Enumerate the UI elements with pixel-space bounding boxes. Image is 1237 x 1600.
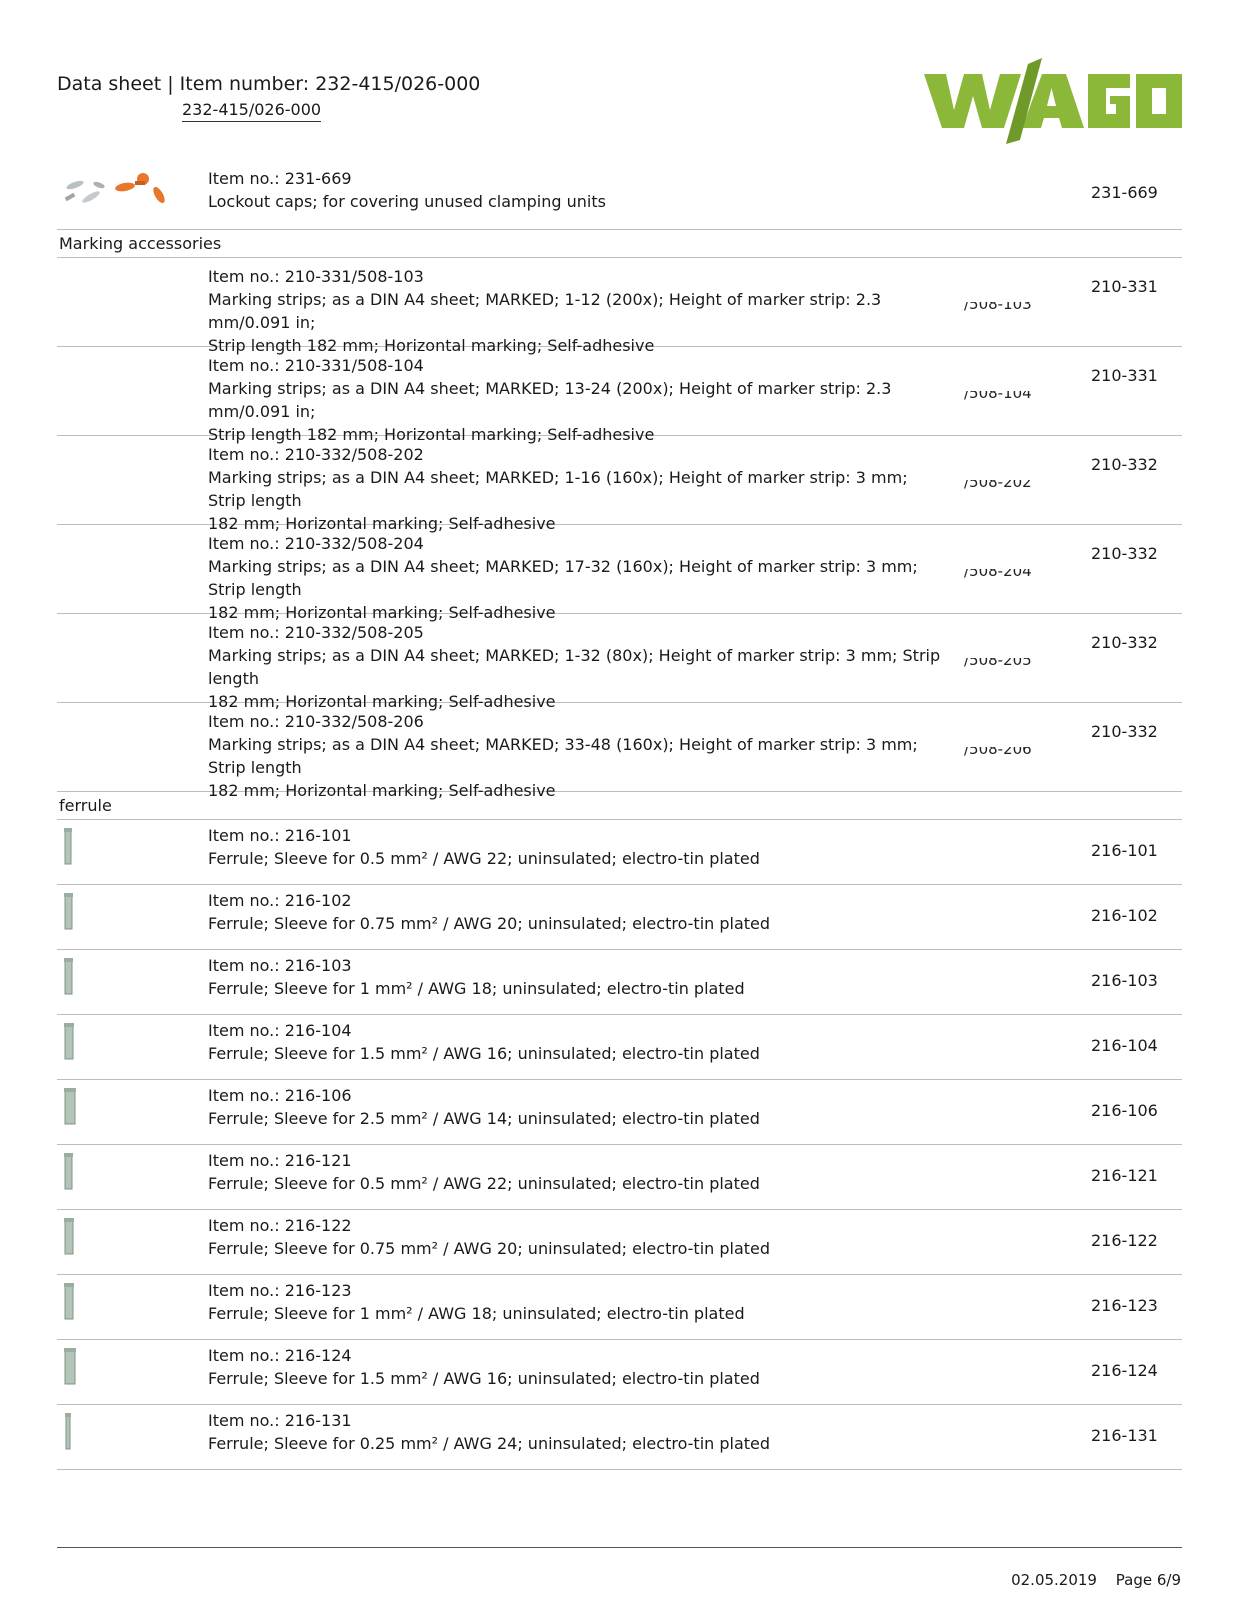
item-description: Ferrule; Sleeve for 1.5 mm² / AWG 16; un… — [208, 1369, 760, 1388]
clipped-item-suffix: /508-205 — [964, 658, 1032, 667]
item-number: Item no.: 216-102 — [208, 891, 352, 910]
item-number: Item no.: 210-332/508-202 — [208, 445, 424, 464]
ferrule-thumbnail — [64, 1218, 74, 1255]
item-description: Ferrule; Sleeve for 0.5 mm² / AWG 22; un… — [208, 849, 760, 868]
item-number: Item no.: 216-131 — [208, 1411, 352, 1430]
ferrule-thumbnail — [64, 1088, 76, 1125]
item-number: Item no.: 216-121 — [208, 1151, 352, 1170]
clipped-item-suffix: /508-206 — [964, 747, 1032, 756]
item-code: 216-104 — [1091, 1036, 1158, 1055]
item-number: Item no.: 210-332/508-205 — [208, 623, 424, 642]
item-number: Item no.: 210-331/508-104 — [208, 356, 424, 375]
item-code: 210-332 — [1091, 722, 1158, 741]
page-number: Page 6/9 — [1115, 1571, 1181, 1589]
list-item: Item no.: 216-103 Ferrule; Sleeve for 1 … — [57, 950, 1182, 1015]
item-description-line: Marking strips; as a DIN A4 sheet; MARKE… — [208, 379, 892, 421]
item-description-line: Marking strips; as a DIN A4 sheet; MARKE… — [208, 290, 882, 332]
list-item: Item no.: 231-669 Lockout caps; for cove… — [57, 163, 1182, 230]
ferrule-thumbnail — [64, 958, 73, 995]
item-description: Ferrule; Sleeve for 0.5 mm² / AWG 22; un… — [208, 1174, 760, 1193]
list-item: Item no.: 210-332/508-205 Marking strips… — [57, 614, 1182, 711]
item-code: 216-106 — [1091, 1101, 1158, 1120]
item-code: 216-131 — [1091, 1426, 1158, 1445]
item-code: 216-122 — [1091, 1231, 1158, 1250]
clipped-item-suffix: /508-103 — [964, 302, 1032, 311]
clipped-item-suffix: /508-104 — [964, 391, 1032, 400]
page-header: Data sheet | Item number: 232-415/026-00… — [57, 72, 481, 122]
footer-divider — [57, 1547, 1182, 1548]
item-code: 210-332 — [1091, 544, 1158, 563]
item-number: Item no.: 216-123 — [208, 1281, 352, 1300]
ferrule-thumbnail — [64, 1153, 73, 1190]
item-number: Item no.: 216-122 — [208, 1216, 352, 1235]
list-item: Item no.: 210-331/508-104 Marking strips… — [57, 347, 1182, 444]
item-description: Ferrule; Sleeve for 1 mm² / AWG 18; unin… — [208, 979, 745, 998]
item-code: 231-669 — [1091, 183, 1158, 202]
item-code: 216-101 — [1091, 841, 1158, 860]
ferrule-thumbnail — [64, 828, 72, 865]
list-item: Item no.: 216-131 Ferrule; Sleeve for 0.… — [57, 1405, 1182, 1470]
item-code: 216-124 — [1091, 1361, 1158, 1380]
ferrule-thumbnail — [64, 893, 73, 930]
item-description-line: Marking strips; as a DIN A4 sheet; MARKE… — [208, 468, 908, 510]
ferrule-thumbnail — [64, 1283, 74, 1320]
list-item: Item no.: 216-123 Ferrule; Sleeve for 1 … — [57, 1275, 1182, 1340]
item-description-line: Marking strips; as a DIN A4 sheet; MARKE… — [208, 735, 918, 777]
footer-date: 02.05.2019 — [1011, 1571, 1097, 1589]
item-number: Item no.: 216-101 — [208, 826, 352, 845]
item-number: Item no.: 216-103 — [208, 956, 352, 975]
list-item: Item no.: 216-124 Ferrule; Sleeve for 1.… — [57, 1340, 1182, 1405]
list-item: Item no.: 216-121 Ferrule; Sleeve for 0.… — [57, 1145, 1182, 1210]
lockout-caps-thumbnail — [64, 173, 165, 204]
page-footer: 02.05.2019 Page 6/9 — [1011, 1571, 1181, 1589]
list-item: Item no.: 210-332/508-206 Marking strips… — [57, 703, 1182, 800]
item-code: 216-103 — [1091, 971, 1158, 990]
list-item: Item no.: 210-332/508-202 Marking strips… — [57, 436, 1182, 533]
item-code: 216-123 — [1091, 1296, 1158, 1315]
list-item: Item no.: 216-101 Ferrule; Sleeve for 0.… — [57, 820, 1182, 885]
wago-logo — [924, 58, 1182, 144]
item-number: Item no.: 216-124 — [208, 1346, 352, 1365]
accessory-list: Item no.: 231-669 Lockout caps; for cove… — [57, 163, 1182, 1470]
clipped-item-suffix: /508-202 — [964, 480, 1032, 489]
list-item: Item no.: 216-104 Ferrule; Sleeve for 1.… — [57, 1015, 1182, 1080]
item-description: Ferrule; Sleeve for 1.5 mm² / AWG 16; un… — [208, 1044, 760, 1063]
item-code: 210-331 — [1091, 277, 1158, 296]
section-heading-ferrule: ferrule — [57, 792, 1182, 820]
list-item: Item no.: 210-332/508-204 Marking strips… — [57, 525, 1182, 622]
item-number: Item no.: 210-332/508-206 — [208, 712, 424, 731]
ferrule-thumbnail — [65, 1413, 71, 1450]
list-item: Item no.: 216-122 Ferrule; Sleeve for 0.… — [57, 1210, 1182, 1275]
item-code: 210-332 — [1091, 455, 1158, 474]
item-description: Ferrule; Sleeve for 0.75 mm² / AWG 20; u… — [208, 1239, 771, 1258]
list-item: Item no.: 210-331/508-103 Marking strips… — [57, 258, 1182, 355]
item-description: Lockout caps; for covering unused clampi… — [208, 192, 606, 211]
item-number: Item no.: 216-104 — [208, 1021, 352, 1040]
clipped-item-suffix: /508-204 — [964, 569, 1032, 578]
item-description: Ferrule; Sleeve for 1 mm² / AWG 18; unin… — [208, 1304, 745, 1323]
item-description: Ferrule; Sleeve for 2.5 mm² / AWG 14; un… — [208, 1109, 760, 1128]
item-description: Ferrule; Sleeve for 0.25 mm² / AWG 24; u… — [208, 1434, 771, 1453]
item-number: Item no.: 210-332/508-204 — [208, 534, 424, 553]
item-code: 216-121 — [1091, 1166, 1158, 1185]
item-number: Item no.: 210-331/508-103 — [208, 267, 424, 286]
list-item: Item no.: 216-106 Ferrule; Sleeve for 2.… — [57, 1080, 1182, 1145]
item-number: Item no.: 216-106 — [208, 1086, 352, 1105]
item-code: 210-332 — [1091, 633, 1158, 652]
list-item: Item no.: 216-102 Ferrule; Sleeve for 0.… — [57, 885, 1182, 950]
section-heading-marking: Marking accessories — [57, 230, 1182, 258]
page-title: Data sheet | Item number: 232-415/026-00… — [57, 73, 481, 95]
item-code: 216-102 — [1091, 906, 1158, 925]
item-number: Item no.: 231-669 — [208, 169, 352, 188]
ferrule-thumbnail — [64, 1023, 74, 1060]
item-number-link[interactable]: 232-415/026-000 — [182, 100, 322, 122]
item-description: Ferrule; Sleeve for 0.75 mm² / AWG 20; u… — [208, 914, 771, 933]
item-description-line: Marking strips; as a DIN A4 sheet; MARKE… — [208, 646, 941, 688]
ferrule-thumbnail — [64, 1348, 76, 1385]
item-code: 210-331 — [1091, 366, 1158, 385]
item-description-line: Marking strips; as a DIN A4 sheet; MARKE… — [208, 557, 918, 599]
